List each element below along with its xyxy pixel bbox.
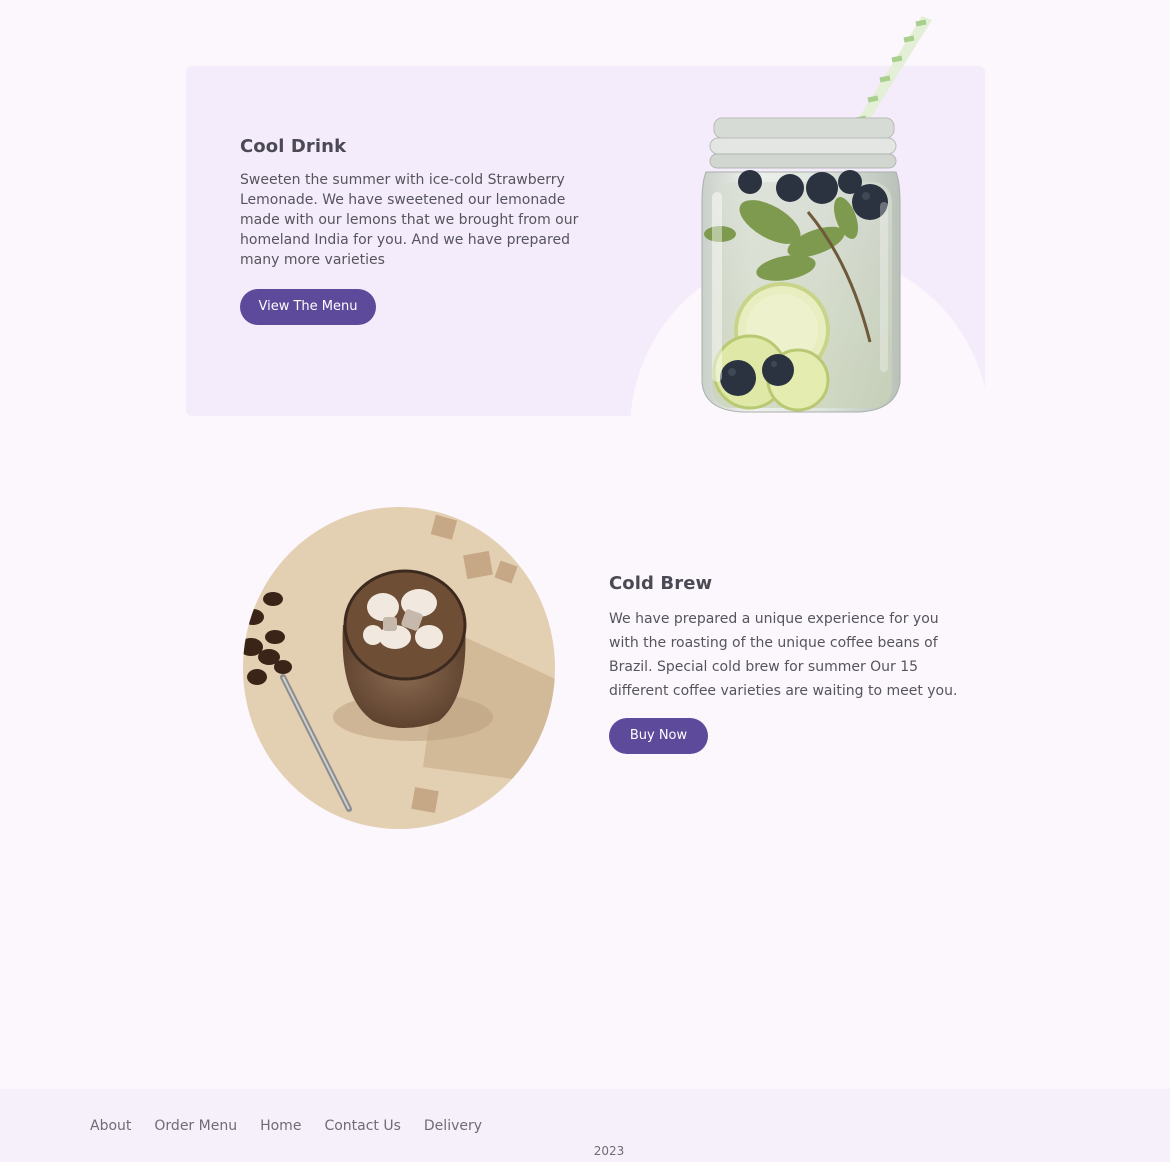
footer-link-home[interactable]: Home: [260, 1116, 301, 1136]
footer-nav: About Order Menu Home Contact Us Deliver…: [90, 1116, 505, 1136]
iced-coffee-image: [243, 507, 555, 829]
cold-brew-title: Cold Brew: [609, 573, 713, 594]
footer-link-about[interactable]: About: [90, 1116, 131, 1136]
footer-link-contact-us[interactable]: Contact Us: [324, 1116, 400, 1136]
cold-brew-description: We have prepared a unique experience for…: [609, 611, 958, 699]
footer-link-delivery[interactable]: Delivery: [424, 1116, 482, 1136]
view-menu-button[interactable]: View The Menu: [240, 289, 376, 325]
straw-icon: [850, 16, 932, 132]
footer-link-order-menu[interactable]: Order Menu: [154, 1116, 237, 1136]
buy-now-button[interactable]: Buy Now: [609, 718, 708, 754]
lemonade-jar-image: [690, 12, 950, 422]
cold-brew-content: Cold Brew We have prepared a unique expe…: [609, 573, 969, 703]
page: Cool Drink Sweeten the summer with ice-c…: [0, 0, 1170, 1162]
copyright-year: 2023: [593, 1144, 625, 1158]
cool-drink-content: Cool Drink Sweeten the summer with ice-c…: [240, 136, 600, 270]
cool-drink-description: Sweeten the summer with ice-cold Strawbe…: [240, 172, 579, 268]
cool-drink-title: Cool Drink: [240, 136, 347, 157]
